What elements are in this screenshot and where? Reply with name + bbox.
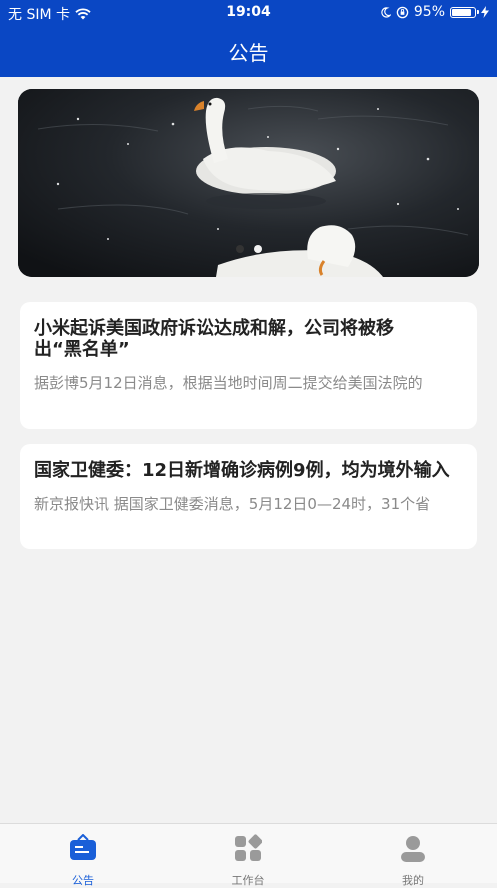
battery-icon [450, 6, 479, 18]
orientation-lock-icon [396, 6, 409, 18]
news-summary: 据彭博5月12日消息，根据当地时间周二提交给美国法院的 [34, 374, 423, 392]
status-bar: 无 SIM 卡 19:04 95% [0, 0, 497, 26]
announcement-icon [70, 833, 96, 860]
tab-label: 工作台 [231, 874, 265, 887]
carousel-dots [18, 245, 479, 253]
profile-icon [401, 836, 425, 862]
header: 无 SIM 卡 19:04 95% 公告 [0, 0, 497, 77]
news-card[interactable]: 国家卫健委：12日新增确诊病例9例，均为境外输入 新京报快讯 据国家卫健委消息，… [20, 444, 477, 549]
tab-bar: 公告 工作台 我的 [0, 823, 497, 887]
workbench-icon [235, 834, 263, 861]
page-title: 公告 [228, 41, 269, 65]
news-title: 国家卫健委：12日新增确诊病例9例，均为境外输入 [34, 460, 450, 481]
status-right: 95% [380, 4, 489, 20]
tab-announcement[interactable]: 公告 [43, 833, 123, 888]
news-title: 小米起诉美国政府诉讼达成和解，公司将被移出“黑名单” [34, 318, 394, 360]
tab-workbench[interactable]: 工作台 [208, 834, 288, 888]
tab-label: 我的 [402, 874, 424, 887]
news-summary: 新京报快讯 据国家卫健委消息，5月12日0—24时，31个省 [34, 495, 431, 513]
carousel-dot[interactable] [253, 245, 262, 253]
moon-icon [381, 6, 391, 18]
tab-label: 公告 [72, 874, 94, 887]
carousel-dot[interactable] [235, 245, 244, 253]
tab-profile[interactable]: 我的 [373, 834, 453, 888]
news-card[interactable]: 小米起诉美国政府诉讼达成和解，公司将被移出“黑名单” 据彭博5月12日消息，根据… [20, 302, 477, 429]
battery-fill [452, 8, 471, 16]
charging-icon [481, 6, 489, 18]
battery-percent: 95% [413, 4, 445, 20]
banner-carousel[interactable] [18, 89, 479, 277]
